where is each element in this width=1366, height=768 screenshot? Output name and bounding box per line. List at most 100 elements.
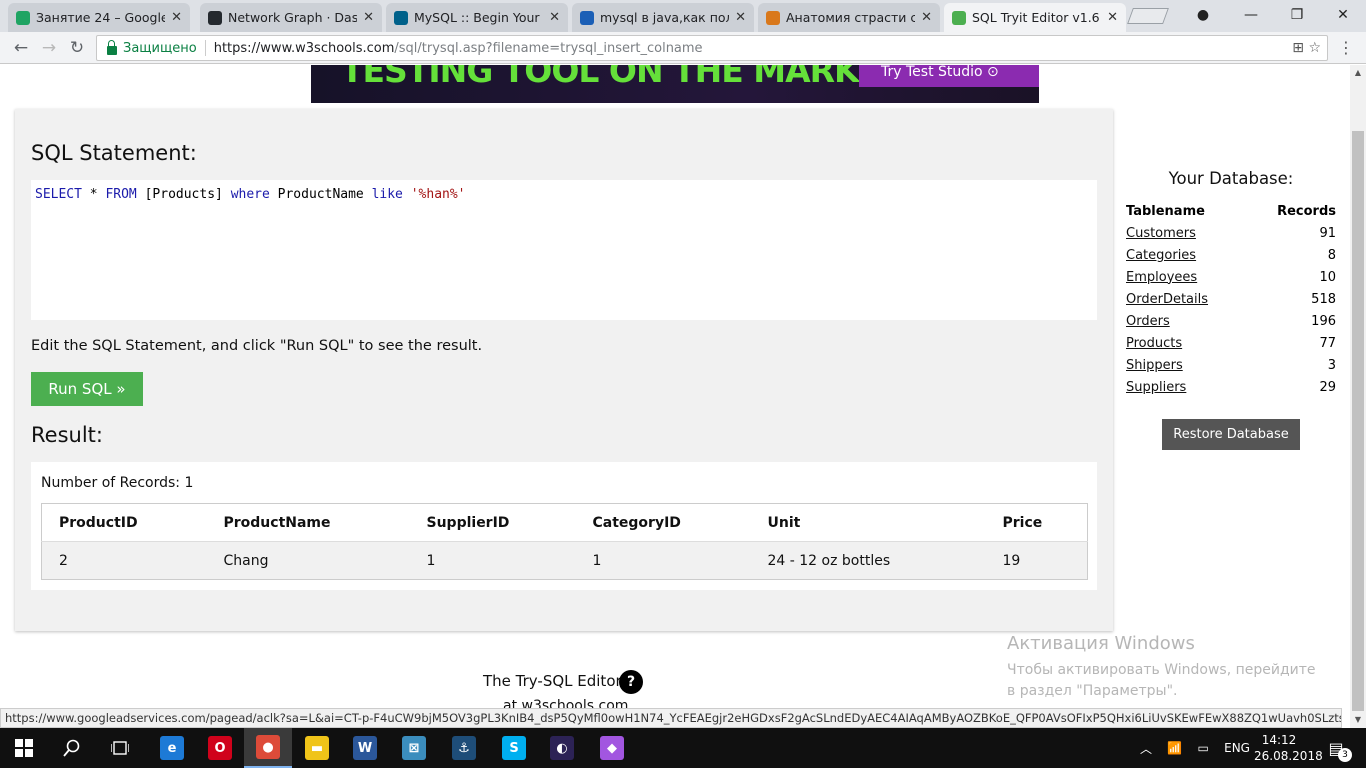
- new-tab-button[interactable]: [1127, 8, 1169, 24]
- browser-tab[interactable]: MySQL :: Begin Your Do ✕: [386, 3, 568, 32]
- run-sql-button[interactable]: Run SQL »: [31, 372, 143, 406]
- table-link-customers[interactable]: Customers: [1126, 226, 1196, 241]
- table-link-orders[interactable]: Orders: [1126, 314, 1170, 329]
- records-header: Records: [1277, 203, 1336, 219]
- footer-subtitle: at w3schools.com: [503, 698, 629, 708]
- record-count-cell: 3: [1327, 357, 1336, 373]
- sql-code-editor[interactable]: SELECT * FROM [Products] where ProductNa…: [31, 180, 1097, 320]
- keyboard-language[interactable]: ENG: [1224, 741, 1250, 755]
- sql-tool-icon[interactable]: ⊠: [390, 728, 438, 768]
- tab-title: mysql в java,как получ: [600, 10, 729, 25]
- record-count-cell: 8: [1327, 247, 1336, 263]
- edge-icon[interactable]: e: [148, 728, 196, 768]
- browser-tab[interactable]: mysql в java,как получ ✕: [572, 3, 754, 32]
- table-link-suppliers[interactable]: Suppliers: [1126, 380, 1186, 395]
- app-glyph: ●: [256, 735, 280, 759]
- ad-banner-button[interactable]: Try Test Studio ⊙: [859, 65, 1039, 87]
- paint-icon[interactable]: ◆: [588, 728, 636, 768]
- close-tab-icon[interactable]: ✕: [363, 10, 374, 25]
- close-tab-icon[interactable]: ✕: [171, 10, 182, 25]
- opera-icon[interactable]: O: [196, 728, 244, 768]
- record-count-cell: 91: [1319, 225, 1336, 241]
- tab-title: MySQL :: Begin Your Do: [414, 10, 543, 25]
- windows-start-icon[interactable]: [0, 728, 48, 768]
- table-name-cell: Orders: [1126, 310, 1248, 332]
- tab-title: Network Graph · Dasha: [228, 10, 358, 25]
- record-count-cell: 196: [1311, 313, 1336, 329]
- browser-tab[interactable]: Анатомия страсти смо ✕: [758, 3, 940, 32]
- scroll-down-icon[interactable]: ▼: [1350, 712, 1366, 728]
- table-name-cell: OrderDetails: [1126, 288, 1248, 310]
- show-hidden-icons[interactable]: ︿: [1140, 740, 1152, 757]
- url-host: https://www.w3schools.com: [213, 40, 395, 56]
- battery-icon[interactable]: ▭: [1198, 741, 1209, 755]
- scrollbar-thumb[interactable]: [1352, 131, 1364, 711]
- network-icon[interactable]: 📶: [1167, 741, 1182, 755]
- back-icon[interactable]: ←: [10, 38, 32, 58]
- browser-tab[interactable]: SQL Tryit Editor v1.6 ✕: [944, 3, 1126, 32]
- app-glyph: W: [353, 736, 377, 760]
- close-tab-icon[interactable]: ✕: [1107, 10, 1118, 25]
- close-tab-icon[interactable]: ✕: [921, 10, 932, 25]
- close-window-button[interactable]: ✕: [1320, 0, 1366, 30]
- table-link-employees[interactable]: Employees: [1126, 270, 1197, 285]
- restore-database-button[interactable]: Restore Database: [1162, 419, 1300, 450]
- clock-time: 14:12: [1261, 733, 1297, 747]
- browser-tab[interactable]: Network Graph · Dasha ✕: [200, 3, 382, 32]
- close-tab-icon[interactable]: ✕: [549, 10, 560, 25]
- table-link-products[interactable]: Products: [1126, 336, 1182, 351]
- app-glyph: ⊠: [402, 736, 426, 760]
- search-icon[interactable]: [48, 728, 96, 768]
- sql-statement-heading: SQL Statement:: [31, 141, 197, 165]
- translate-and-bookmark-icons[interactable]: ⊞ ☆: [1292, 40, 1321, 56]
- eclipse-icon[interactable]: ◐: [538, 728, 586, 768]
- profile-icon[interactable]: ●: [1180, 0, 1226, 30]
- file-explorer-icon[interactable]: ▬: [293, 728, 341, 768]
- google-drive-icon: [16, 10, 30, 25]
- table-link-shippers[interactable]: Shippers: [1126, 358, 1183, 373]
- forward-icon[interactable]: →: [38, 38, 60, 58]
- reload-icon[interactable]: ↻: [66, 38, 88, 58]
- code-token: [Products]: [136, 187, 231, 202]
- browser-tab[interactable]: Занятие 24 – Google Д ✕: [8, 3, 190, 32]
- windows-activation-watermark: Активация Windows Чтобы активировать Win…: [1007, 633, 1327, 702]
- skype-icon[interactable]: S: [490, 728, 538, 768]
- record-count-cell: 77: [1319, 335, 1336, 351]
- notification-center-icon[interactable]: ▤ 3: [1312, 728, 1360, 768]
- page-scrollbar[interactable]: ▲ ▼: [1350, 65, 1366, 728]
- editor-panel: SQL Statement: SELECT * FROM [Products] …: [15, 109, 1113, 631]
- column-header: Unit: [750, 503, 986, 542]
- table-name-cell: Shippers: [1126, 354, 1248, 376]
- app-glyph: O: [208, 736, 232, 760]
- result-heading: Result:: [31, 423, 103, 447]
- table-cell: Chang: [206, 541, 410, 580]
- task-view-icon[interactable]: [96, 728, 144, 768]
- close-tab-icon[interactable]: ✕: [735, 10, 746, 25]
- watermark-title: Активация Windows: [1007, 633, 1195, 654]
- clock[interactable]: 14:12 26.08.2018: [1254, 732, 1323, 764]
- divider: [204, 40, 206, 56]
- database-table-list: Tablename Records Customers 91 Categories 8…: [1126, 200, 1336, 398]
- windows-taskbar: ︿ 📶 ▭ ENG 14:12 26.08.2018 ▤ 3 e O ● ▬ W ⊠ ⚓ S ◐…: [0, 728, 1366, 768]
- word-icon[interactable]: W: [341, 728, 389, 768]
- help-icon[interactable]: ?: [619, 670, 643, 694]
- scroll-up-icon[interactable]: ▲: [1350, 65, 1366, 81]
- database-table-row: Products 77: [1126, 332, 1336, 354]
- database-table-row: Orders 196: [1126, 310, 1336, 332]
- table-link-categories[interactable]: Categories: [1126, 248, 1196, 263]
- minimize-button[interactable]: —: [1228, 0, 1274, 30]
- code-token: '%han%': [410, 187, 466, 202]
- address-bar[interactable]: Защищено https://www.w3schools.com/sql/t…: [96, 35, 1328, 61]
- column-header: SupplierID: [409, 503, 576, 542]
- chrome-icon[interactable]: ●: [244, 728, 292, 768]
- code-token: like: [371, 187, 403, 202]
- column-header: Price: [985, 503, 1088, 542]
- chrome-menu-icon[interactable]: ⋮: [1338, 38, 1354, 57]
- ad-banner[interactable]: TESTING TOOL ON THE MARKET. Try Test Stu…: [311, 65, 1039, 103]
- url-path: /sql/trysql.asp?filename=trysql_insert_c…: [394, 40, 703, 56]
- notification-count: 3: [1338, 748, 1352, 762]
- database-table-row: Suppliers 29: [1126, 376, 1336, 398]
- mysql-workbench-icon[interactable]: ⚓: [440, 728, 488, 768]
- maximize-button[interactable]: ❐: [1274, 0, 1320, 30]
- table-link-orderdetails[interactable]: OrderDetails: [1126, 292, 1208, 307]
